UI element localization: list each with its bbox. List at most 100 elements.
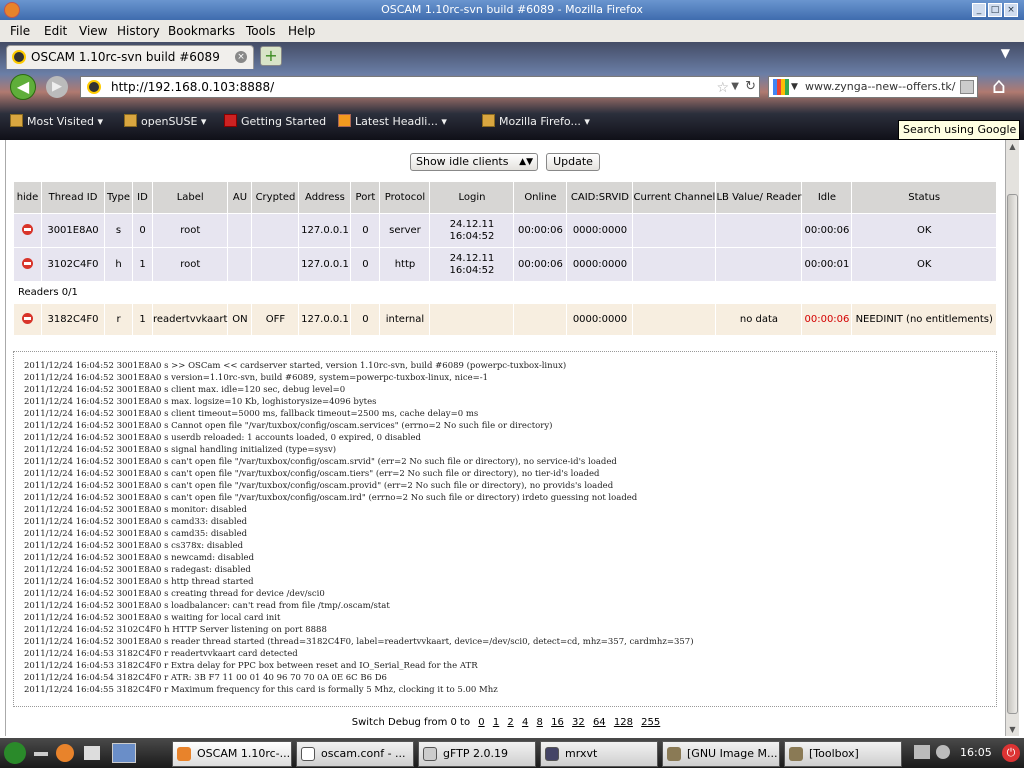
hide-cell[interactable] [13, 213, 42, 248]
caid-srvid: 0000:0000 [566, 213, 634, 248]
debug-level-link[interactable]: 0 [478, 717, 484, 728]
port: 0 [350, 213, 381, 248]
col-header: Address [298, 181, 352, 214]
log-panel: 2011/12/24 16:04:52 3001E8A0 s >> OSCam … [13, 351, 997, 707]
task-oscam-conf[interactable]: oscam.conf - ... [296, 741, 414, 767]
search-tooltip: Search using Google [898, 120, 1020, 140]
crypted [251, 247, 300, 282]
menu-history[interactable]: History [117, 24, 160, 38]
col-header: Protocol [379, 181, 431, 214]
search-magnifier-icon[interactable] [960, 80, 974, 94]
url-bar[interactable]: http://192.168.0.103:8888/ ☆ ▼ ↻ [80, 76, 760, 98]
menu-file[interactable]: File [10, 24, 30, 38]
label: root [151, 247, 229, 282]
tab-oscam[interactable]: OSCAM 1.10rc-svn build #6089 × [6, 45, 254, 69]
maximize-icon[interactable]: □ [988, 3, 1002, 17]
task-mrxvt[interactable]: mrxvt [540, 741, 658, 767]
search-box[interactable]: ▼ www.zynga--new--offers.tk/ [768, 76, 978, 98]
vertical-scrollbar[interactable]: ▲ ▼ [1005, 140, 1019, 736]
bookmark-latest-headlines[interactable]: Latest Headli... ▾ [338, 114, 447, 128]
id: 1 [132, 303, 153, 336]
menu-help[interactable]: Help [288, 24, 315, 38]
scroll-up-icon[interactable]: ▲ [1006, 140, 1019, 153]
remove-icon[interactable] [22, 313, 33, 325]
address: 127.0.0.1 [298, 303, 352, 336]
minimize-all-icon[interactable] [34, 752, 48, 756]
idle: 00:00:06 [801, 213, 853, 248]
debug-level-link[interactable]: 64 [593, 717, 606, 728]
menu-bookmarks[interactable]: Bookmarks [168, 24, 235, 38]
bookmark-getting-started[interactable]: Getting Started [224, 114, 326, 128]
col-header: Type [104, 181, 133, 214]
firefox-launcher-icon[interactable] [56, 744, 74, 762]
bookmark-most-visited[interactable]: Most Visited ▾ [10, 114, 103, 128]
volume-icon[interactable] [936, 745, 950, 759]
tab-list-chevron-icon[interactable]: ▼ [1001, 46, 1010, 60]
getting-started-icon [224, 114, 237, 127]
minimize-icon[interactable]: _ [972, 3, 986, 17]
log-line: 2011/12/24 16:04:52 3001E8A0 s can't ope… [24, 493, 638, 503]
col-header: hide [13, 181, 42, 214]
task-gimp[interactable]: [GNU Image M... [662, 741, 780, 767]
col-header: Login [429, 181, 515, 214]
task-gftp[interactable]: gFTP 2.0.19 [418, 741, 536, 767]
menu-bar: File Edit View History Bookmarks Tools H… [0, 20, 1024, 42]
debug-level-link[interactable]: 1 [493, 717, 499, 728]
remove-icon[interactable] [22, 224, 33, 236]
debug-level-link[interactable]: 32 [572, 717, 585, 728]
forward-button[interactable]: ▶ [46, 76, 68, 98]
port: 0 [350, 247, 381, 282]
debug-level-link[interactable]: 2 [507, 717, 513, 728]
bookmark-opensuse[interactable]: openSUSE ▾ [124, 114, 206, 128]
bookmark-star-icon[interactable]: ☆ [716, 78, 729, 98]
new-tab-button[interactable]: + [260, 46, 282, 66]
reload-icon[interactable]: ↻ [745, 77, 756, 97]
files-launcher-icon[interactable] [84, 746, 100, 760]
readers-section-row: Readers 0/1 [13, 281, 997, 304]
debug-level-link[interactable]: 128 [614, 717, 633, 728]
menu-tools[interactable]: Tools [246, 24, 276, 38]
scroll-thumb[interactable] [1007, 194, 1018, 714]
start-menu-icon[interactable] [4, 742, 26, 764]
status: NEEDINIT (no entitlements) [851, 303, 997, 336]
log-line: 2011/12/24 16:04:52 3001E8A0 s can't ope… [24, 469, 600, 479]
url-dropdown-icon[interactable]: ▼ [731, 77, 739, 97]
home-icon[interactable]: ⌂ [986, 74, 1012, 100]
log-line: 2011/12/24 16:04:52 3001E8A0 s creating … [24, 589, 325, 599]
url-text: http://192.168.0.103:8888/ [111, 80, 275, 94]
task-firefox[interactable]: OSCAM 1.10rc-... [172, 741, 292, 767]
log-line: 2011/12/24 16:04:52 3001E8A0 s client ti… [24, 409, 479, 419]
menu-edit[interactable]: Edit [44, 24, 67, 38]
most-visited-icon [10, 114, 23, 127]
search-engine-dropdown-icon[interactable]: ▼ [791, 77, 798, 97]
close-icon[interactable]: × [1004, 3, 1018, 17]
debug-level-link[interactable]: 16 [551, 717, 564, 728]
back-button[interactable]: ◀ [10, 74, 36, 100]
network-icon[interactable] [914, 745, 930, 759]
tab-close-icon[interactable]: × [235, 51, 247, 63]
hide-cell[interactable] [13, 247, 42, 282]
task-toolbox[interactable]: [Toolbox] [784, 741, 902, 767]
col-header: Status [851, 181, 997, 214]
debug-level-link[interactable]: 8 [537, 717, 543, 728]
idle-clients-select[interactable]: Show idle clients ▲▼ [410, 153, 538, 171]
status: OK [851, 213, 997, 248]
id: 1 [132, 247, 153, 282]
desktop-pager-icon[interactable] [112, 743, 136, 763]
scroll-down-icon[interactable]: ▼ [1006, 723, 1019, 736]
bookmark-mozilla-firefox[interactable]: Mozilla Firefo... ▾ [482, 114, 590, 128]
hide-cell[interactable] [13, 303, 42, 336]
update-button[interactable]: Update [546, 153, 600, 171]
page-content: Show idle clients ▲▼ Update hide Thread … [5, 140, 1005, 736]
reader-row: 3182C4F0 r 1 readertvvkaart ON OFF 127.0… [13, 303, 997, 336]
debug-level-link[interactable]: 4 [522, 717, 528, 728]
firefox-icon [4, 2, 20, 18]
log-line: 2011/12/24 16:04:52 3001E8A0 s max. logs… [24, 397, 377, 407]
menu-view[interactable]: View [79, 24, 107, 38]
power-icon[interactable]: ⏻ [1002, 744, 1020, 762]
au: ON [227, 303, 253, 336]
crypted [251, 213, 300, 248]
col-header: Crypted [251, 181, 300, 214]
remove-icon[interactable] [22, 258, 33, 270]
debug-level-link[interactable]: 255 [641, 717, 660, 728]
